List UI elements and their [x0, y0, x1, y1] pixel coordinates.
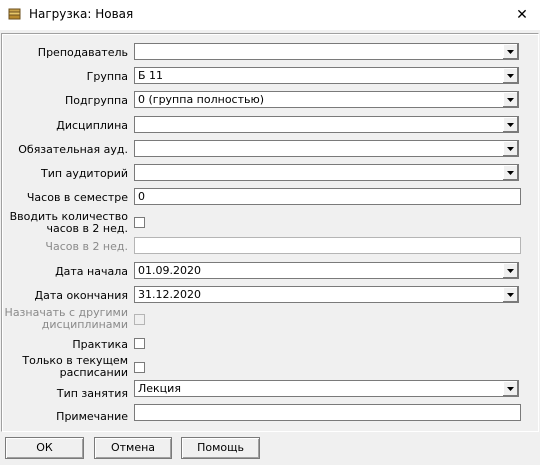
required-room-combobox[interactable] [134, 140, 519, 157]
group-dropdown-button[interactable] [502, 68, 518, 83]
chevron-down-icon [507, 292, 514, 297]
current-only-label: Только в текущем расписании [22, 355, 128, 379]
discipline-combobox[interactable] [134, 116, 519, 133]
title-bar: Нагрузка: Новая ✕ [0, 0, 540, 30]
note-input[interactable] [134, 404, 521, 421]
end-date-value: 31.12.2020 [138, 288, 201, 301]
room-type-combobox[interactable] [134, 164, 519, 181]
group-label: Группа [86, 70, 128, 83]
current-only-checkbox[interactable] [134, 362, 145, 373]
practice-checkbox[interactable] [134, 338, 145, 349]
end-date-picker[interactable]: 31.12.2020 [134, 286, 519, 303]
class-type-value: Лекция [138, 382, 181, 395]
teacher-combobox[interactable] [134, 43, 519, 60]
subgroup-value: 0 (группа полностью) [138, 93, 265, 106]
start-date-label: Дата начала [55, 265, 128, 278]
hours-2w-label: Часов в 2 нед. [45, 240, 128, 253]
enter-hours-2w-label: Вводить количество часов в 2 нед. [10, 211, 128, 235]
group-value: Б 11 [138, 69, 164, 82]
assign-with-label: Назначать с другими дисциплинами [5, 307, 128, 331]
practice-label: Практика [72, 338, 128, 351]
chevron-down-icon [507, 146, 514, 151]
window-title: Нагрузка: Новая [29, 7, 134, 21]
chevron-down-icon [507, 170, 514, 175]
enter-hours-2w-label-line2: часов в 2 нед. [46, 222, 128, 235]
hours-semester-input[interactable]: 0 [134, 188, 521, 205]
teacher-dropdown-button[interactable] [502, 44, 518, 59]
start-date-picker[interactable]: 01.09.2020 [134, 262, 519, 279]
ok-button[interactable]: ОК [5, 437, 84, 459]
help-button[interactable]: Помощь [181, 437, 260, 459]
note-label: Примечание [56, 410, 128, 423]
app-icon [8, 8, 21, 20]
hours-2w-input[interactable] [134, 237, 521, 254]
hours-semester-label: Часов в семестре [26, 191, 128, 204]
end-date-dropdown-button[interactable] [502, 287, 518, 302]
discipline-label: Дисциплина [56, 119, 128, 132]
current-only-label-line2: расписании [59, 366, 128, 379]
room-type-label: Тип аудиторий [41, 167, 128, 180]
group-combobox[interactable]: Б 11 [134, 67, 519, 84]
required-room-dropdown-button[interactable] [502, 141, 518, 156]
subgroup-label: Подгруппа [64, 94, 128, 107]
chevron-down-icon [507, 49, 514, 54]
close-button[interactable]: ✕ [505, 2, 539, 28]
room-type-dropdown-button[interactable] [502, 165, 518, 180]
enter-hours-2w-checkbox[interactable] [134, 217, 145, 228]
class-type-dropdown-button[interactable] [502, 381, 518, 396]
chevron-down-icon [507, 122, 514, 127]
discipline-dropdown-button[interactable] [502, 117, 518, 132]
class-type-label: Тип занятия [56, 387, 128, 400]
subgroup-dropdown-button[interactable] [502, 92, 518, 107]
end-date-label: Дата окончания [34, 289, 128, 302]
start-date-dropdown-button[interactable] [502, 263, 518, 278]
close-icon: ✕ [516, 7, 528, 23]
class-type-combobox[interactable]: Лекция [134, 380, 519, 397]
assign-with-label-line2: дисциплинами [41, 318, 128, 331]
chevron-down-icon [507, 97, 514, 102]
chevron-down-icon [507, 268, 514, 273]
chevron-down-icon [507, 386, 514, 391]
start-date-value: 01.09.2020 [138, 264, 201, 277]
teacher-label: Преподаватель [37, 46, 128, 59]
hours-semester-value: 0 [138, 190, 145, 203]
subgroup-combobox[interactable]: 0 (группа полностью) [134, 91, 519, 108]
cancel-button[interactable]: Отмена [94, 437, 172, 459]
required-room-label: Обязательная ауд. [18, 143, 128, 156]
chevron-down-icon [507, 73, 514, 78]
assign-with-checkbox[interactable] [134, 314, 145, 325]
